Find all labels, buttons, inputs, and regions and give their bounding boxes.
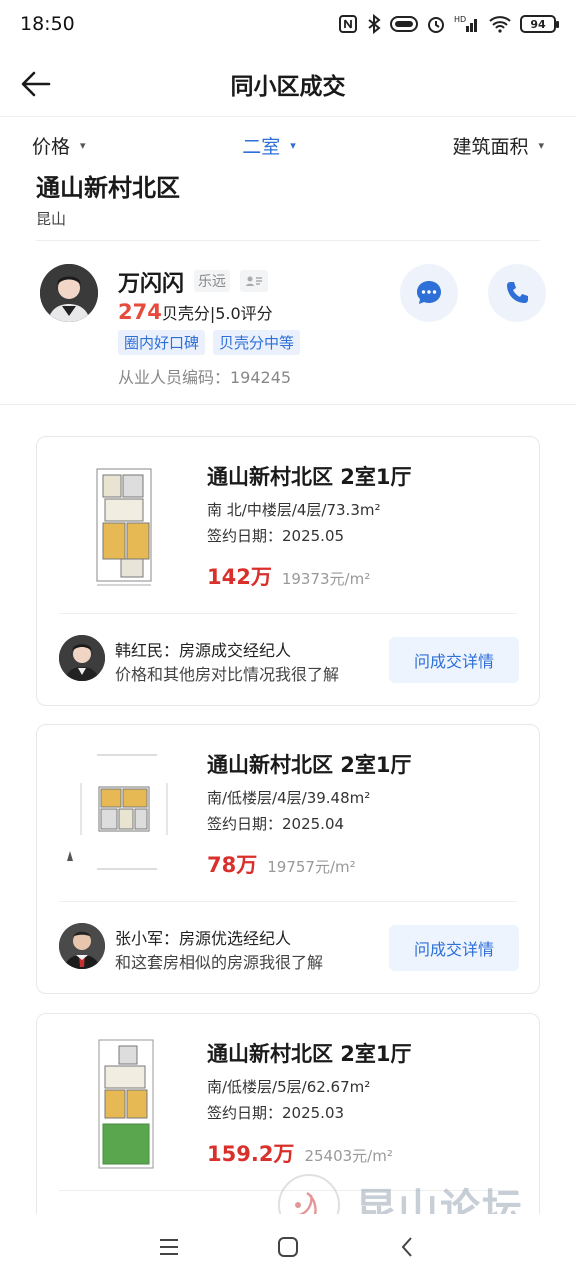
listing-title: 通山新村北区 2室1厅 [207,465,412,489]
card-agent-desc: 价格和其他房对比情况我很了解 [115,665,340,684]
chat-button[interactable] [400,264,458,322]
chevron-down-icon: ▾ [80,139,86,152]
chat-icon [417,281,441,304]
filter-label: 价格 [32,136,71,158]
listing-sign-date: 签约日期：2025.03 [207,1104,345,1122]
back-button[interactable] [18,66,54,102]
community-city: 昆山 [36,210,67,228]
card-agent-name: 张小军：房源优选经纪人 [115,929,292,948]
filter-area[interactable]: 建筑面积 ▾ [452,132,544,159]
listing-sign-date: 签约日期：2025.04 [207,815,345,833]
person-avatar-icon [59,635,105,681]
ask-deal-details-button[interactable]: 问成交详情 [389,925,519,971]
home-square-icon [277,1237,298,1257]
community-name: 通山新村北区 [36,174,180,202]
avatar[interactable] [59,635,105,681]
floor-plan-icon [98,1039,154,1169]
menu-button[interactable] [149,1227,189,1267]
agent-panel: 万闪闪 乐远 274贝壳分|5.0评分 圈内好口碑 贝壳分中等 从业人员编码：1… [0,248,576,404]
status-time: 18:50 [20,13,75,35]
listing-sign-date: 签约日期：2025.05 [207,527,345,545]
agent-company-badge: 乐远 [194,270,230,292]
agent-score: 274贝壳分|5.0评分 [118,300,273,324]
listing-price-row: 78万 19757元/m² [207,849,356,879]
business-card-icon[interactable] [240,270,268,292]
page-title: 同小区成交 [230,74,346,100]
filter-bar: 价格 ▾ 二室 ▾ 建筑面积 ▾ [0,116,576,174]
phone-button[interactable] [488,264,546,322]
divider [36,240,540,241]
listing-price: 78万 [207,853,258,877]
system-back-button[interactable] [387,1227,427,1267]
listing-unit-price: 25403元/m² [304,1147,393,1165]
nav-header: 同小区成交 [0,56,576,112]
filter-label: 建筑面积 [452,136,529,158]
agent-tag: 贝壳分中等 [213,330,301,355]
listing-spec: 南 北/中楼层/4层/73.3m² [207,501,381,519]
id-card-icon [246,276,262,286]
toggle-icon [390,16,418,32]
agent-license-code: 从业人员编码：194245 [118,368,292,387]
floor-plan-icon [96,468,152,586]
card-divider [59,613,517,614]
svg-text:HD: HD [454,15,466,24]
listing-unit-price: 19757元/m² [267,858,356,876]
filter-label: 二室 [242,136,281,158]
listing-spec: 南/低楼层/5层/62.67m² [207,1078,371,1096]
person-avatar-icon [40,264,98,322]
listing-card[interactable]: 通山新村北区 2室1厅 南/低楼层/4层/39.48m² 签约日期：2025.0… [36,724,540,994]
agent-name: 万闪闪 [118,272,185,297]
ask-deal-details-button[interactable]: 问成交详情 [389,637,519,683]
floor-plan-image [57,743,197,883]
listing-spec: 南/低楼层/4层/39.48m² [207,789,371,807]
listing-price: 142万 [207,565,272,589]
listing-price-row: 142万 19373元/m² [207,561,370,591]
menu-icon [160,1239,179,1255]
arrow-left-icon [21,71,51,97]
battery-icon: 94 [520,15,559,33]
card-agent-desc: 和这套房相似的房源我很了解 [115,953,324,972]
score-suffix: 贝壳分|5.0评分 [161,304,273,323]
bluetooth-icon [368,14,381,34]
floor-plan-image [57,455,197,595]
nfc-icon [339,15,357,33]
community-header: 通山新村北区 昆山 [0,174,576,242]
filter-rooms[interactable]: 二室 ▾ [242,132,296,159]
home-button[interactable] [268,1227,308,1267]
status-icons: HD 94 [338,14,559,34]
section-divider [0,404,576,405]
agent-tags: 圈内好口碑 贝壳分中等 [118,330,301,355]
filter-price[interactable]: 价格 ▾ [32,132,86,159]
alarm-icon [428,17,444,33]
chevron-down-icon: ▾ [538,139,544,152]
agent-tag: 圈内好口碑 [118,330,206,355]
card-agent-name: 韩红民：房源成交经纪人 [115,641,292,660]
listing-title: 通山新村北区 2室1厅 [207,1042,412,1066]
chevron-down-icon: ▾ [290,139,296,152]
avatar[interactable] [59,923,105,969]
floor-plan-icon [67,754,168,870]
listing-unit-price: 19373元/m² [281,570,371,588]
status-bar: 18:50 HD 94 [0,0,576,48]
system-nav-bar [0,1214,576,1280]
avatar[interactable] [40,264,98,322]
listing-card[interactable]: 通山新村北区 2室1厅 南 北/中楼层/4层/73.3m² 签约日期：2025.… [36,436,540,706]
chevron-left-icon [401,1237,412,1257]
floor-plan-image [57,1032,197,1172]
listing-price: 159.2万 [207,1142,295,1166]
score-number: 274 [118,300,162,324]
phone-icon [507,282,528,303]
listing-price-row: 159.2万 25403元/m² [207,1138,393,1168]
signal-icon: HD [454,15,477,32]
card-divider [59,901,517,902]
person-avatar-icon [59,923,105,969]
listing-title: 通山新村北区 2室1厅 [207,753,412,777]
wifi-icon [489,16,511,33]
